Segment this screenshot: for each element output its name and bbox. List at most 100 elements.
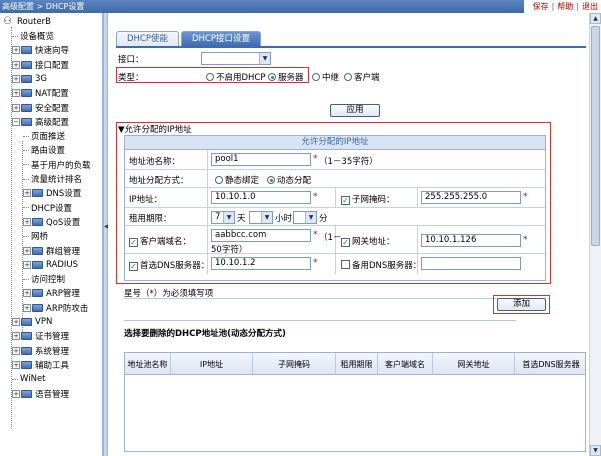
folder-icon bbox=[32, 289, 43, 298]
sidebar-item-label: ARP管理 bbox=[46, 289, 80, 300]
folder-icon bbox=[21, 360, 32, 369]
expand-icon[interactable]: + bbox=[23, 289, 31, 298]
expand-icon[interactable]: + bbox=[12, 89, 20, 98]
tree-connector bbox=[23, 235, 29, 237]
expand-icon[interactable]: + bbox=[12, 46, 20, 55]
lease-days-select[interactable]: 7 ▼ bbox=[211, 211, 235, 224]
sidebar-item[interactable]: + RADIUS bbox=[23, 258, 78, 272]
type-option-server[interactable]: 服务器 bbox=[268, 71, 304, 83]
folder-icon bbox=[21, 332, 32, 341]
expand-icon[interactable]: + bbox=[12, 60, 20, 69]
type-option-disabled[interactable]: 不启用DHCP bbox=[206, 71, 266, 83]
sidebar-item[interactable]: + 证书管理 bbox=[12, 329, 69, 343]
sidebar-item[interactable]: 基于用户的负载 bbox=[23, 158, 91, 172]
add-button[interactable]: 添加 bbox=[497, 298, 546, 311]
sidebar-item[interactable]: + 系统管理 bbox=[12, 344, 69, 358]
dns2-checkbox[interactable]: 备用DNS服务器： bbox=[341, 259, 421, 271]
collapse-icon[interactable]: − bbox=[12, 117, 20, 126]
expand-icon[interactable]: + bbox=[23, 260, 31, 269]
dns2-input[interactable] bbox=[421, 257, 521, 270]
type-option-client[interactable]: 客户端 bbox=[344, 71, 380, 83]
vertical-scrollbar[interactable]: ▲ ▼ bbox=[589, 13, 601, 456]
gateway-checkbox[interactable]: ✓ 网关地址： bbox=[341, 235, 395, 247]
expand-icon[interactable]: + bbox=[12, 346, 20, 355]
apply-button[interactable]: 应用 bbox=[330, 104, 380, 117]
type-option-relay[interactable]: 中继 bbox=[312, 71, 339, 83]
breadcrumb: 高级配置 > DHCP设置 bbox=[2, 2, 85, 11]
tree-connector bbox=[12, 35, 18, 37]
ip-input[interactable]: 10.10.1.0 bbox=[211, 191, 311, 204]
scroll-up-icon[interactable]: ▲ bbox=[590, 13, 601, 24]
pool-name-input[interactable]: pool1 bbox=[211, 153, 311, 166]
domain-label: 客户端域名： bbox=[140, 237, 192, 247]
dns1-checkbox[interactable]: ✓ 首选DNS服务器： bbox=[129, 259, 209, 271]
sidebar-item[interactable]: + DNS设置 bbox=[23, 186, 81, 200]
expand-icon[interactable]: + bbox=[12, 103, 20, 112]
scroll-thumb[interactable] bbox=[591, 26, 600, 246]
sidebar-item[interactable]: 流量统计排名 bbox=[23, 172, 82, 186]
gateway-input[interactable]: 10.10.1.126 bbox=[421, 234, 521, 247]
sidebar-item[interactable]: + 接口配置 bbox=[12, 58, 69, 72]
sidebar-item[interactable]: − 高级配置 bbox=[12, 115, 69, 129]
tab-dhcp-interface[interactable]: DHCP接口设置 bbox=[181, 31, 261, 47]
expand-icon[interactable]: + bbox=[12, 74, 20, 83]
sidebar-item[interactable]: DHCP设置 bbox=[23, 201, 72, 215]
lease-hours-select[interactable]: ▼ bbox=[249, 211, 273, 224]
expand-icon[interactable]: + bbox=[12, 360, 20, 369]
expand-icon[interactable]: + bbox=[23, 189, 31, 198]
mask-input[interactable]: 255.255.255.0 bbox=[421, 191, 521, 204]
sidebar-item[interactable]: + 群组管理 bbox=[23, 244, 80, 258]
expand-icon[interactable]: + bbox=[12, 332, 20, 341]
sidebar-item[interactable]: 访问控制 bbox=[23, 272, 65, 286]
sidebar-item[interactable]: + NAT配置 bbox=[12, 86, 69, 100]
tree-connector bbox=[23, 149, 29, 151]
sidebar-item[interactable]: + 语音管理 bbox=[12, 387, 69, 401]
sidebar-item-label: DNS设置 bbox=[46, 189, 82, 200]
alloc-dynamic-option[interactable]: 动态分配 bbox=[267, 174, 311, 186]
sidebar-item[interactable]: 页面推送 bbox=[23, 129, 65, 143]
sidebar-item[interactable]: + 安全配置 bbox=[12, 101, 69, 115]
sidebar-item[interactable]: + ARP防攻击 bbox=[23, 301, 88, 315]
dns1-input[interactable]: 10.10.1.2 bbox=[211, 257, 311, 270]
expand-icon[interactable]: + bbox=[23, 246, 31, 255]
expand-icon[interactable]: + bbox=[23, 217, 31, 226]
sidebar-item[interactable]: +3G bbox=[12, 72, 47, 86]
expand-icon[interactable]: + bbox=[23, 303, 31, 312]
expand-icon[interactable]: + bbox=[12, 318, 20, 326]
tree-connector bbox=[23, 164, 29, 166]
sidebar-item-label: NAT配置 bbox=[35, 89, 69, 100]
dns1-label: 首选DNS服务器： bbox=[140, 261, 210, 271]
top-links: 保存 | 帮助 | 退出 bbox=[523, 0, 601, 13]
help-link[interactable]: 帮助 bbox=[554, 1, 576, 12]
mask-checkbox[interactable]: ✓ 子网掩码： bbox=[341, 193, 395, 205]
interface-select[interactable]: ▼ bbox=[201, 52, 271, 65]
folder-icon bbox=[32, 260, 43, 269]
sidebar-item[interactable]: WiNet bbox=[12, 372, 46, 386]
sidebar-item-label: 语音管理 bbox=[35, 389, 70, 400]
sidebar-item-label: 接口配置 bbox=[35, 60, 70, 71]
logout-link[interactable]: 退出 bbox=[579, 1, 601, 12]
required-asterisk: * bbox=[313, 154, 318, 164]
expand-icon[interactable]: + bbox=[12, 389, 20, 398]
sidebar-item[interactable]: + VPN bbox=[12, 315, 52, 329]
domain-input[interactable]: aabbcc.com bbox=[211, 229, 311, 242]
sidebar-item-label: 群组管理 bbox=[46, 246, 81, 257]
collapse-arrow-icon[interactable]: ◀ bbox=[104, 223, 109, 231]
lease-day-unit: 天 bbox=[237, 214, 246, 224]
save-link[interactable]: 保存 bbox=[530, 1, 552, 12]
sidebar-item[interactable]: 路由设置 bbox=[23, 143, 65, 157]
sidebar-item[interactable]: + ARP管理 bbox=[23, 286, 80, 300]
lease-minutes-select[interactable]: ▼ bbox=[293, 211, 317, 224]
sidebar-root[interactable]: ⚇ RouterB bbox=[3, 15, 51, 29]
sidebar-item[interactable]: 网桥 bbox=[23, 229, 48, 243]
alloc-static-option[interactable]: 静态绑定 bbox=[215, 174, 259, 186]
tab-dhcp-enable[interactable]: DHCP使能 bbox=[116, 31, 179, 47]
chevron-down-icon: ▼ bbox=[305, 212, 316, 223]
sidebar-item[interactable]: + 辅助工具 bbox=[12, 358, 69, 372]
scroll-down-icon[interactable]: ▼ bbox=[590, 445, 601, 456]
sidebar-item[interactable]: + QoS设置 bbox=[23, 215, 80, 229]
domain-checkbox[interactable]: ✓ 客户端域名： bbox=[129, 235, 191, 247]
sidebar-item[interactable]: + 快速向导 bbox=[12, 43, 69, 57]
ip-section-toggle[interactable]: ▼允许分配的IP地址 bbox=[118, 123, 192, 135]
sidebar-item[interactable]: 设备概览 bbox=[12, 29, 54, 43]
